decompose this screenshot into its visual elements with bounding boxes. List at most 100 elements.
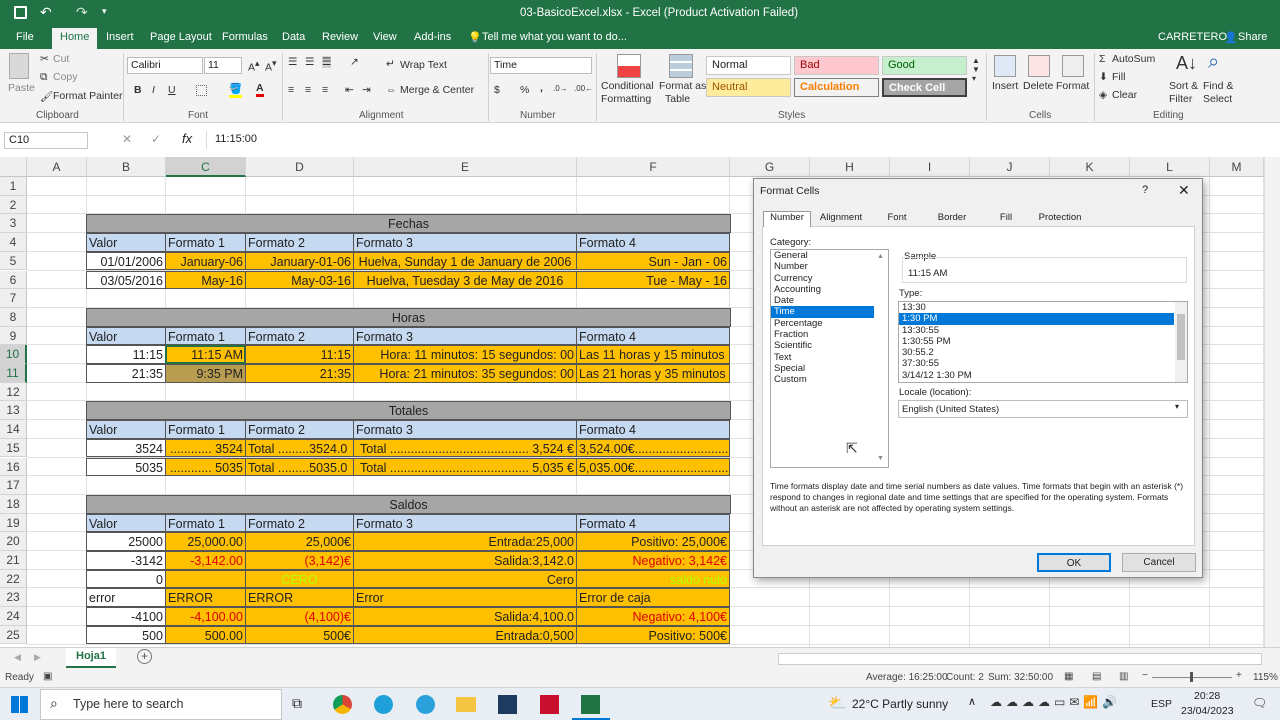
column-header[interactable]: M bbox=[1210, 157, 1264, 177]
add-sheet-icon[interactable]: + bbox=[137, 649, 152, 664]
table-cell[interactable]: 500€ bbox=[245, 625, 354, 645]
column-header[interactable]: K bbox=[1050, 157, 1130, 177]
italic-button[interactable]: I bbox=[152, 84, 155, 96]
table-cell[interactable]: Total ..................................… bbox=[353, 457, 577, 477]
column-header-cell[interactable]: Formato 1 bbox=[165, 513, 246, 533]
tab-data[interactable]: Data bbox=[282, 31, 305, 43]
table-cell[interactable]: Huelva, Tuesday 3 de May de 2016 bbox=[353, 270, 577, 290]
tray-chevron-icon[interactable]: ∧ bbox=[968, 695, 976, 708]
tab-number[interactable]: Number bbox=[763, 211, 811, 227]
tab-file[interactable]: File bbox=[16, 31, 34, 43]
table-cell[interactable]: 21:35 bbox=[245, 364, 354, 383]
table-cell[interactable]: ERROR bbox=[165, 588, 246, 608]
column-header-cell[interactable]: Valor bbox=[86, 233, 166, 252]
save-icon[interactable] bbox=[14, 6, 27, 19]
copy-button[interactable]: Copy bbox=[53, 71, 78, 83]
tab-add-ins[interactable]: Add-ins bbox=[414, 31, 451, 43]
taskbar-search-text[interactable]: Type here to search bbox=[73, 697, 183, 711]
column-header-cell[interactable]: Formato 2 bbox=[245, 420, 354, 439]
category-item[interactable]: Time bbox=[771, 306, 874, 318]
style-calculation[interactable]: Calculation bbox=[794, 78, 879, 97]
category-item[interactable]: Number bbox=[771, 261, 874, 272]
tab-font[interactable]: Font bbox=[876, 212, 918, 227]
task-view-icon[interactable]: ⧉ bbox=[292, 695, 302, 712]
table-cell[interactable]: (4,100)€ bbox=[245, 607, 354, 626]
table-cell[interactable]: Entrada:25,000 bbox=[353, 532, 577, 551]
category-scroll-down-icon[interactable]: ▼ bbox=[877, 455, 884, 462]
zoom-out-icon[interactable]: − bbox=[1142, 670, 1148, 681]
table-cell[interactable]: Hora: 11 minutos: 15 segundos: 00 bbox=[353, 345, 577, 364]
table-cell[interactable]: Error de caja bbox=[576, 588, 730, 608]
table-cell[interactable]: 01/01/2006 bbox=[86, 251, 166, 271]
vertical-scrollbar[interactable] bbox=[1264, 157, 1280, 647]
style-neutral[interactable]: Neutral bbox=[706, 78, 791, 97]
column-header[interactable]: I bbox=[890, 157, 970, 177]
column-header[interactable]: H bbox=[810, 157, 890, 177]
category-item[interactable]: Scientific bbox=[771, 340, 874, 351]
cancel-formula-icon[interactable]: ✕ bbox=[122, 132, 132, 146]
column-header[interactable]: J bbox=[970, 157, 1050, 177]
align-bottom-icon[interactable]: ☰ bbox=[322, 56, 332, 68]
table-cell[interactable]: Negativo: 4,100€ bbox=[576, 607, 730, 626]
tray-icons[interactable]: ☁☁☁☁▭✉📶🔊 bbox=[990, 695, 1121, 709]
decrease-decimal-icon[interactable]: .00← bbox=[574, 84, 593, 93]
formula-input[interactable]: 11:15:00 bbox=[206, 131, 1264, 149]
column-header-cell[interactable]: Formato 3 bbox=[353, 233, 577, 252]
row-header[interactable]: 2 bbox=[0, 195, 27, 215]
normal-view-icon[interactable]: ▦ bbox=[1064, 671, 1073, 682]
page-break-view-icon[interactable]: ▥ bbox=[1119, 671, 1128, 682]
scroll-left-icon[interactable]: ◀ bbox=[14, 652, 21, 663]
format-as-table-button[interactable]: Format as bbox=[659, 80, 706, 92]
scroll-right-icon[interactable]: ▶ bbox=[34, 652, 41, 663]
table-cell[interactable]: -4100 bbox=[86, 607, 166, 626]
row-header[interactable]: 14 bbox=[0, 420, 27, 439]
category-list[interactable]: General Number Currency Accounting Date Time P… bbox=[770, 249, 889, 468]
table-cell[interactable]: Las 11 horas y 15 minutos bbox=[576, 345, 730, 364]
table-cell[interactable]: 3524 bbox=[86, 438, 166, 458]
category-scroll-up-icon[interactable]: ▲ bbox=[877, 253, 884, 260]
find-select-button[interactable]: Find & bbox=[1203, 80, 1233, 92]
weather-text[interactable]: 22°C Partly sunny bbox=[852, 697, 948, 711]
table-cell[interactable]: Huelva, Sunday 1 de January de 2006 bbox=[353, 251, 577, 271]
language-indicator[interactable]: ESP bbox=[1151, 698, 1172, 710]
row-header[interactable]: 13 bbox=[0, 401, 27, 421]
font-color-icon[interactable]: A bbox=[256, 82, 264, 97]
telegram-icon[interactable] bbox=[416, 695, 435, 714]
table-cell[interactable]: Las 21 horas y 35 minutos bbox=[576, 364, 730, 383]
sheet-tab-hoja1[interactable]: Hoja1 bbox=[66, 648, 116, 668]
underline-button[interactable]: U bbox=[168, 84, 176, 96]
undo-icon[interactable]: ↶ bbox=[40, 4, 52, 21]
column-header-cell[interactable]: Valor bbox=[86, 326, 166, 346]
macro-record-icon[interactable]: ▣ bbox=[43, 671, 52, 682]
table-cell[interactable]: 5,035.00€............................ bbox=[576, 457, 730, 477]
table-cell[interactable]: CERO bbox=[245, 569, 354, 589]
excel-taskbar-icon[interactable] bbox=[581, 695, 600, 714]
align-right-icon[interactable]: ≡ bbox=[322, 84, 328, 96]
decrease-font-icon[interactable]: A▾ bbox=[265, 58, 276, 74]
tab-formulas[interactable]: Formulas bbox=[222, 31, 268, 43]
table-cell[interactable]: Total .........3524.0 bbox=[245, 438, 354, 458]
align-left-icon[interactable]: ≡ bbox=[288, 84, 294, 96]
paste-icon[interactable] bbox=[9, 53, 29, 79]
table-cell[interactable]: Cero bbox=[353, 569, 577, 589]
find-select-button-2[interactable]: Select bbox=[1203, 93, 1232, 105]
category-item[interactable]: Date bbox=[771, 295, 874, 306]
table-cell[interactable]: Tue - May - 16 bbox=[576, 270, 730, 290]
currency-button[interactable]: $ bbox=[494, 84, 500, 96]
row-header[interactable]: 17 bbox=[0, 476, 27, 495]
category-item[interactable]: Currency bbox=[771, 273, 874, 284]
tab-page-layout[interactable]: Page Layout bbox=[150, 31, 212, 43]
table-cell[interactable]: 25000 bbox=[86, 532, 166, 551]
table-cell[interactable]: May-03-16 bbox=[245, 270, 354, 290]
edge-icon[interactable] bbox=[374, 695, 393, 714]
category-item[interactable]: Fraction bbox=[771, 329, 874, 340]
clear-button[interactable]: Clear bbox=[1112, 89, 1137, 101]
tab-home[interactable]: Home bbox=[52, 28, 98, 49]
borders-icon[interactable] bbox=[196, 85, 207, 96]
column-header[interactable]: C bbox=[166, 157, 246, 177]
table-cell[interactable]: ERROR bbox=[245, 588, 354, 608]
cut-button[interactable]: Cut bbox=[53, 53, 69, 65]
row-header[interactable]: 3 bbox=[0, 214, 27, 234]
table-cell[interactable]: 03/05/2016 bbox=[86, 270, 166, 290]
style-bad[interactable]: Bad bbox=[794, 56, 879, 75]
